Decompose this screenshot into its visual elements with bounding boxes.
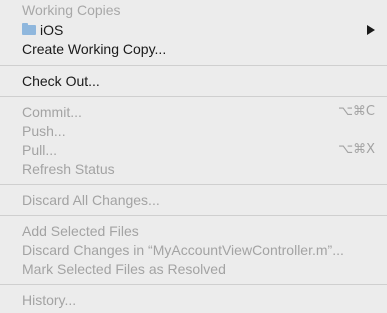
menu-item-refresh-status[interactable]: Refresh Status <box>0 159 387 179</box>
commit-shortcut: ⌥⌘C <box>337 104 375 119</box>
menu-separator <box>0 215 387 216</box>
create-working-copy-label: Create Working Copy... <box>22 41 167 57</box>
menu-item-add-selected[interactable]: Add Selected Files <box>0 221 387 241</box>
source-control-menu: Working Copies iOS Create Working Copy..… <box>0 0 387 313</box>
commit-label: Commit... <box>22 104 82 120</box>
refresh-status-label: Refresh Status <box>22 161 115 177</box>
menu-item-commit[interactable]: Commit... ⌥⌘C <box>0 102 387 122</box>
pull-shortcut: ⌥⌘X <box>338 142 375 157</box>
mark-resolved-label: Mark Selected Files as Resolved <box>22 261 226 277</box>
pull-label: Pull... <box>22 142 58 158</box>
menu-item-discard-all[interactable]: Discard All Changes... <box>0 190 387 210</box>
menu-separator <box>0 96 387 97</box>
menu-item-discard-changes-in[interactable]: Discard Changes in “MyAccountViewControl… <box>0 240 387 260</box>
menu-separator <box>0 184 387 185</box>
push-label: Push... <box>22 123 66 139</box>
history-label: History... <box>22 292 77 308</box>
menu-item-history[interactable]: History... <box>0 290 387 310</box>
menu-item-pull[interactable]: Pull... ⌥⌘X <box>0 140 387 160</box>
working-copies-header: Working Copies <box>0 0 387 20</box>
menu-item-push[interactable]: Push... <box>0 121 387 141</box>
discard-changes-in-label: Discard Changes in “MyAccountViewControl… <box>22 242 344 258</box>
discard-all-label: Discard All Changes... <box>22 192 160 208</box>
menu-item-create-working-copy[interactable]: Create Working Copy... <box>0 39 387 59</box>
menu-item-check-out[interactable]: Check Out... <box>0 71 387 91</box>
check-out-label: Check Out... <box>22 73 100 89</box>
submenu-arrow-icon <box>367 25 375 35</box>
menu-separator <box>0 284 387 285</box>
menu-item-mark-resolved[interactable]: Mark Selected Files as Resolved <box>0 259 387 279</box>
working-copies-header-label: Working Copies <box>22 2 121 18</box>
menu-item-ios-label: iOS <box>40 22 64 38</box>
folder-icon <box>22 23 36 35</box>
add-selected-label: Add Selected Files <box>22 223 139 239</box>
menu-item-ios[interactable]: iOS <box>0 20 387 40</box>
menu-separator <box>0 65 387 66</box>
